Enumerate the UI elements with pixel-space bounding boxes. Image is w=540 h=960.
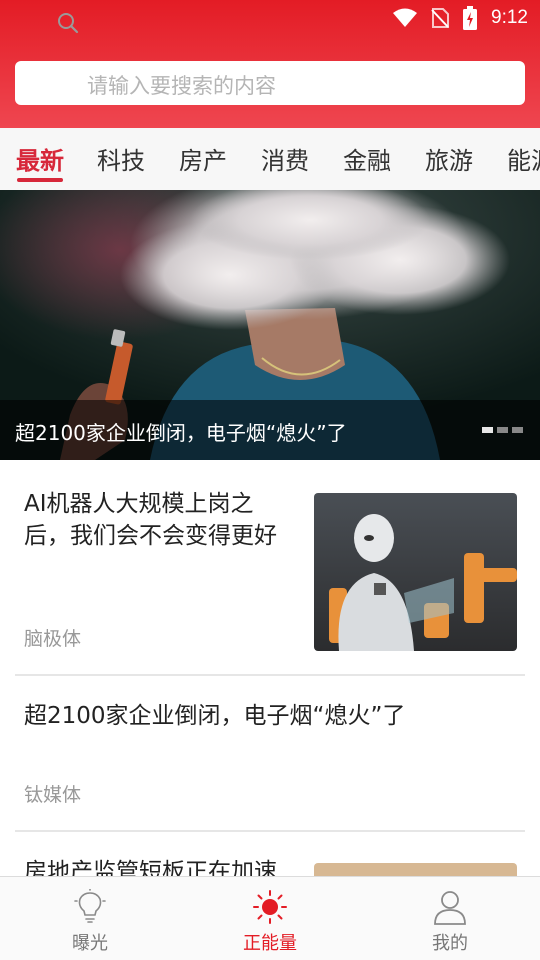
nav-mine[interactable]: 我的 <box>390 877 510 960</box>
carousel-indicator <box>482 427 527 433</box>
nav-label: 我的 <box>432 933 468 954</box>
nav-label: 正能量 <box>243 933 297 954</box>
banner-caption[interactable]: 超2100家企业倒闭，电子烟“熄火”了 <box>15 417 347 446</box>
search-placeholder: 请输入要搜索的内容 <box>87 74 276 98</box>
nav-label: 曝光 <box>72 933 108 954</box>
status-time: 9:12 <box>491 7 528 28</box>
news-thumbnail-robot[interactable] <box>314 493 517 651</box>
bottom-nav: 曝光 正能量 我的 <box>0 876 540 960</box>
carousel-dot <box>512 427 523 433</box>
tab-travel[interactable]: 旅游 <box>425 141 473 176</box>
news-source: 钛媒体 <box>24 784 82 806</box>
lightbulb-icon <box>74 888 106 929</box>
divider <box>15 830 525 832</box>
search-icon <box>57 12 79 38</box>
news-title-line[interactable]: 超2100家企业倒闭，电子烟“熄火”了 <box>24 700 405 733</box>
tab-active-indicator <box>17 178 63 182</box>
category-tabs: 最新 科技 房产 消费 金融 旅游 能源 <box>0 128 540 190</box>
tab-finance[interactable]: 金融 <box>343 141 391 176</box>
battery-charging-icon <box>463 6 478 30</box>
news-title-line[interactable]: 后，我们会不会变得更好 <box>24 520 277 553</box>
nav-positive-energy[interactable]: 正能量 <box>210 877 330 960</box>
no-sim-icon <box>431 7 450 29</box>
tab-energy[interactable]: 能源 <box>507 141 540 176</box>
status-bar: 9:12 <box>0 0 540 36</box>
tab-realestate[interactable]: 房产 <box>179 141 227 176</box>
wifi-icon <box>393 8 418 28</box>
news-source: 脑极体 <box>24 628 82 650</box>
carousel-dot <box>497 427 508 433</box>
tab-latest[interactable]: 最新 <box>16 141 64 176</box>
search-input[interactable]: 请输入要搜索的内容 <box>15 61 525 105</box>
divider <box>15 674 525 676</box>
news-title-line[interactable]: AI机器人大规模上岗之 <box>24 488 254 521</box>
carousel-dot <box>482 427 493 433</box>
tab-consumer[interactable]: 消费 <box>261 141 309 176</box>
sun-icon <box>252 889 288 929</box>
tab-tech[interactable]: 科技 <box>97 141 145 176</box>
nav-exposure[interactable]: 曝光 <box>30 877 150 960</box>
user-icon <box>433 889 467 929</box>
header: 9:12 请输入要搜索的内容 <box>0 0 540 128</box>
